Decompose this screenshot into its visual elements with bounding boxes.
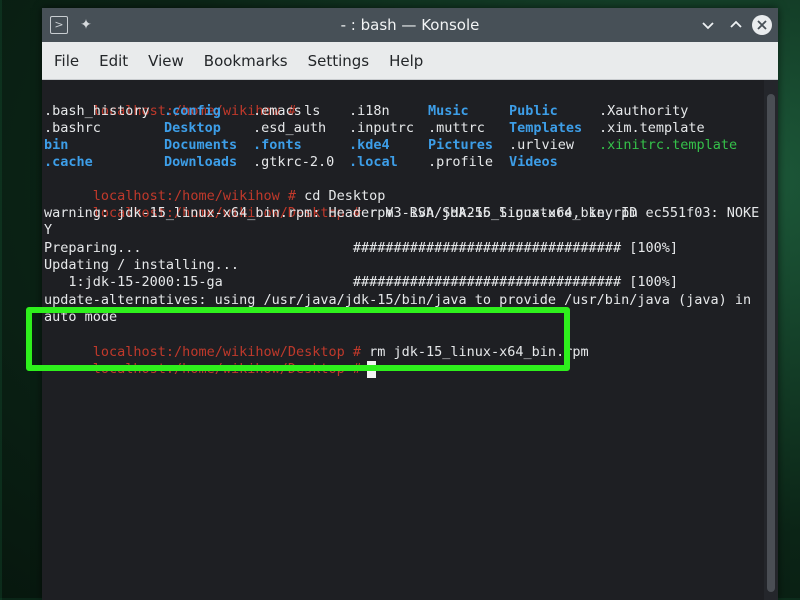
window-title: - : bash — Konsole	[340, 16, 480, 34]
list-item: Public	[509, 103, 558, 119]
list-item: .muttrc	[428, 120, 485, 136]
list-item: .xim.template	[599, 120, 705, 136]
scrollbar-thumb[interactable]	[767, 94, 775, 592]
terminal-line: localhost:/home/wikihow # ls	[44, 86, 321, 119]
scrollbar[interactable]	[764, 80, 778, 600]
list-item: Documents	[164, 137, 238, 153]
list-item: bin	[44, 137, 69, 153]
terminal-line: Updating / installing...	[44, 257, 240, 273]
list-item: .bash_history	[44, 103, 150, 119]
close-icon[interactable]	[752, 15, 772, 35]
list-item: .xinitrc.template	[599, 137, 738, 153]
menu-view[interactable]: View	[138, 42, 194, 80]
list-item: .kde4	[349, 137, 390, 153]
terminal-line: localhost:/home/wikihow/Desktop # rpm -i…	[44, 188, 638, 221]
chevron-down-icon[interactable]	[698, 15, 718, 35]
list-item: Videos	[509, 154, 558, 170]
list-item: .inputrc	[349, 120, 415, 136]
list-item: Music	[428, 103, 469, 119]
highlight-box	[26, 307, 570, 371]
list-item: .emacs	[253, 103, 302, 119]
menu-settings[interactable]: Settings	[298, 42, 380, 80]
terminal-line: Y	[44, 222, 53, 238]
list-item: Desktop	[164, 120, 221, 136]
list-item: .local	[349, 154, 398, 170]
list-item: .i18n	[349, 103, 390, 119]
menu-bookmarks[interactable]: Bookmarks	[194, 42, 298, 80]
list-item: .esd_auth	[253, 120, 327, 136]
list-item: .fonts	[253, 137, 302, 153]
title-bar[interactable]: > ✦ - : bash — Konsole	[42, 8, 778, 42]
list-item: .urlview	[509, 137, 575, 153]
list-item: .profile	[428, 154, 494, 170]
list-item: .gtkrc-2.0	[253, 154, 335, 170]
menu-bar: File Edit View Bookmarks Settings Help	[42, 42, 778, 80]
konsole-window: > ✦ - : bash — Konsole File Edit View Bo…	[42, 8, 778, 600]
terminal-line: warning: jdk-15_linux-x64_bin.rpm: Heade…	[44, 205, 760, 221]
terminal-line: Preparing... ###########################…	[44, 240, 678, 256]
list-item: .cache	[44, 154, 93, 170]
list-item: .bashrc	[44, 120, 101, 136]
menu-edit[interactable]: Edit	[89, 42, 138, 80]
list-item: Pictures	[428, 137, 494, 153]
list-item: .Xauthority	[599, 103, 689, 119]
menu-help[interactable]: Help	[379, 42, 433, 80]
terminal-line: 1:jdk-15-2000:15-ga ####################…	[44, 274, 678, 290]
list-item: Downloads	[164, 154, 238, 170]
list-item: Templates	[509, 120, 583, 136]
chevron-up-icon[interactable]	[726, 15, 746, 35]
terminal-line: localhost:/home/wikihow # cd Desktop	[44, 171, 386, 204]
list-item: .config	[164, 103, 221, 119]
menu-file[interactable]: File	[44, 42, 89, 80]
